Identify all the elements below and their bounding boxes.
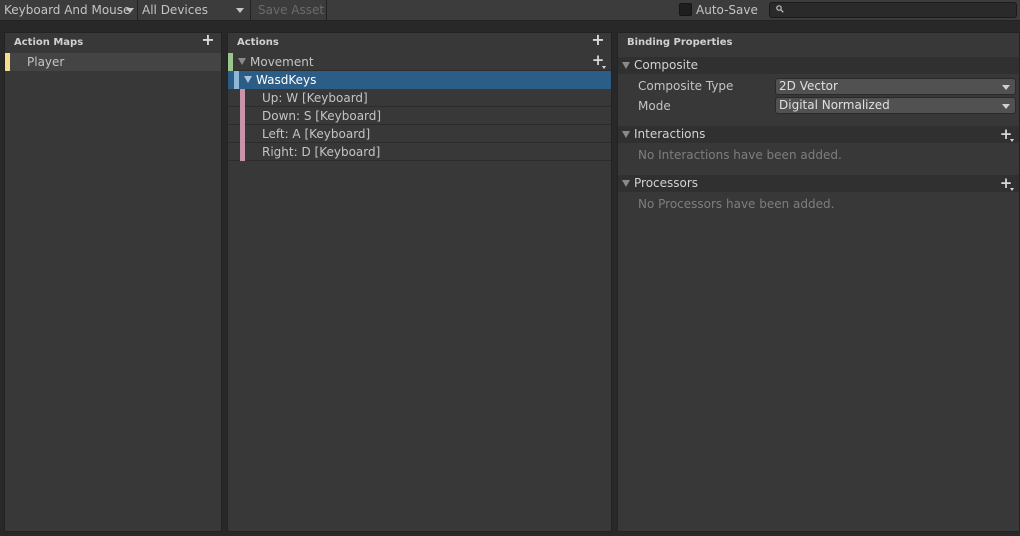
composite-type-label: Composite Type bbox=[638, 79, 734, 93]
toolbar: Keyboard And Mouse All Devices Save Asse… bbox=[0, 0, 1020, 21]
chevron-down-icon bbox=[602, 66, 606, 69]
toolbar-divider bbox=[326, 0, 327, 21]
control-scheme-label: Keyboard And Mouse bbox=[4, 3, 131, 17]
expand-triangle-icon[interactable] bbox=[622, 131, 630, 138]
expand-triangle-icon[interactable] bbox=[244, 76, 252, 83]
processors-section-label: Processors bbox=[634, 176, 699, 190]
mode-value: Digital Normalized bbox=[779, 98, 890, 112]
chevron-down-icon bbox=[126, 8, 134, 13]
mode-dropdown[interactable]: Digital Normalized bbox=[775, 97, 1016, 114]
actions-title: Actions bbox=[237, 37, 279, 48]
search-input[interactable] bbox=[769, 2, 1017, 18]
action-label: Movement bbox=[250, 55, 314, 69]
binding-properties-panel: Binding Properties Composite Composite T… bbox=[617, 32, 1020, 532]
action-maps-title: Action Maps bbox=[14, 37, 84, 48]
binding-color-strip bbox=[240, 143, 245, 161]
action-map-color-strip bbox=[5, 53, 10, 71]
composite-type-value: 2D Vector bbox=[779, 79, 838, 93]
interactions-empty-note: No Interactions have been added. bbox=[638, 148, 842, 162]
auto-save-label: Auto-Save bbox=[696, 3, 758, 17]
composite-section-label: Composite bbox=[634, 58, 699, 72]
binding-color-strip bbox=[240, 107, 245, 125]
processors-empty-note: No Processors have been added. bbox=[638, 197, 835, 211]
binding-label: Down: S [Keyboard] bbox=[262, 109, 382, 123]
chevron-down-icon bbox=[1002, 85, 1010, 90]
devices-label: All Devices bbox=[142, 3, 208, 17]
action-maps-panel: Action Maps + Player bbox=[4, 32, 222, 532]
binding-label: Left: A [Keyboard] bbox=[262, 127, 371, 141]
chevron-down-icon bbox=[1002, 104, 1010, 109]
composite-item-wasdkeys[interactable]: WasdKeys bbox=[228, 71, 611, 89]
interactions-section-label: Interactions bbox=[634, 127, 706, 141]
actions-panel: Actions + Movement + WasdKeys Up: W [Key… bbox=[227, 32, 612, 532]
chevron-down-icon bbox=[236, 8, 244, 13]
add-action-map-button[interactable]: + bbox=[201, 32, 215, 48]
binding-label: Up: W [Keyboard] bbox=[262, 91, 368, 105]
binding-label: Right: D [Keyboard] bbox=[262, 145, 381, 159]
chevron-down-icon bbox=[1010, 139, 1014, 142]
binding-item[interactable]: Down: S [Keyboard] bbox=[228, 107, 611, 125]
devices-dropdown[interactable]: All Devices bbox=[142, 0, 208, 21]
composite-label: WasdKeys bbox=[256, 73, 317, 87]
save-asset-button[interactable]: Save Asset bbox=[258, 0, 324, 21]
binding-item[interactable]: Up: W [Keyboard] bbox=[228, 89, 611, 107]
search-icon bbox=[776, 5, 784, 13]
composite-type-dropdown[interactable]: 2D Vector bbox=[775, 78, 1016, 95]
chevron-down-icon bbox=[1010, 188, 1014, 191]
expand-triangle-icon[interactable] bbox=[238, 58, 246, 65]
binding-item[interactable]: Left: A [Keyboard] bbox=[228, 125, 611, 143]
add-action-button[interactable]: + bbox=[591, 32, 605, 48]
interactions-section-header[interactable]: Interactions + bbox=[618, 126, 1019, 143]
expand-triangle-icon[interactable] bbox=[622, 62, 630, 69]
action-item-movement[interactable]: Movement + bbox=[228, 53, 611, 71]
composite-section-header[interactable]: Composite bbox=[618, 57, 1019, 74]
binding-color-strip bbox=[240, 125, 245, 143]
binding-properties-title: Binding Properties bbox=[627, 37, 733, 48]
action-map-item[interactable]: Player bbox=[5, 53, 221, 71]
save-asset-label: Save Asset bbox=[258, 3, 325, 17]
binding-item[interactable]: Right: D [Keyboard] bbox=[228, 143, 611, 161]
action-map-label: Player bbox=[27, 55, 65, 69]
mode-label: Mode bbox=[638, 99, 671, 113]
expand-triangle-icon[interactable] bbox=[622, 180, 630, 187]
binding-color-strip bbox=[240, 89, 245, 107]
composite-color-strip bbox=[234, 71, 239, 89]
processors-section-header[interactable]: Processors + bbox=[618, 175, 1019, 192]
toolbar-divider bbox=[137, 0, 138, 21]
control-scheme-dropdown[interactable]: Keyboard And Mouse bbox=[4, 0, 130, 21]
auto-save-checkbox[interactable] bbox=[679, 3, 692, 16]
action-color-strip bbox=[228, 53, 233, 71]
toolbar-divider bbox=[250, 0, 251, 21]
